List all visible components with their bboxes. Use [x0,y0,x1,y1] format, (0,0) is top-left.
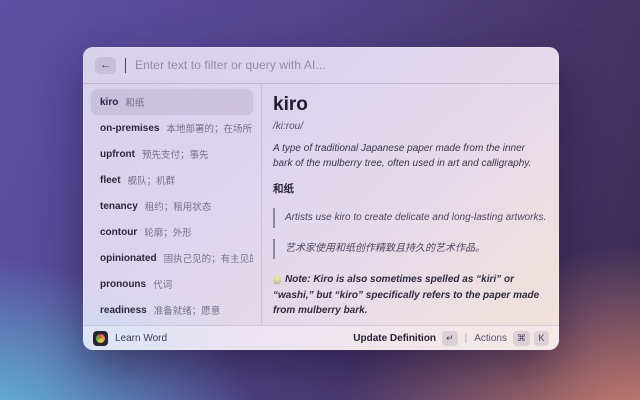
word-title: kiro [273,94,308,115]
lightbulb-icon [273,275,281,283]
list-item-word: upfront [100,148,135,160]
list-item[interactable]: readiness 准备就绪；愿意 [91,297,253,323]
list-item-word: pronouns [100,278,147,290]
list-item[interactable]: on-premises 本地部署的；在场所内的 [91,115,253,141]
search-input[interactable]: Enter text to filter or query with AI... [135,58,547,72]
list-item-word: kiro [100,96,119,108]
list-item-word: contour [100,226,138,238]
back-arrow-icon: ← [100,58,111,71]
list-item-translation: 准备就绪；愿意 [153,306,221,317]
word-list: kiro 和纸 on-premises 本地部署的；在场所内的 upfront 预先支付；… [83,84,262,325]
usage-note-text: Note: Kiro is also sometimes spelled as … [273,274,540,316]
list-item[interactable]: kiro 和纸 [91,89,253,115]
return-key-icon: ↵ [442,330,458,346]
actions-shortcut-keys: ⌘ K [513,330,549,346]
word-definition-en: A type of traditional Japanese paper mad… [273,143,532,169]
list-item-translation: 本地部署的；在场所内的 [166,124,253,135]
list-item-translation: 舰队；机群 [127,176,176,187]
list-item[interactable]: opinionated 固执己见的；有主见的 [91,245,253,271]
example-quotes: Artists use kiro to create delicate and … [273,208,547,259]
list-item[interactable]: contour 轮廓；外形 [91,219,253,245]
list-item-translation: 轮廓；外形 [144,228,192,239]
list-item-translation: 代词 [153,280,173,291]
launcher-window: ← Enter text to filter or query with AI.… [83,47,559,350]
search-bar: ← Enter text to filter or query with AI.… [83,47,559,84]
learn-word-app-icon [93,330,108,346]
list-item-translation: 固执己见的；有主见的 [163,254,253,265]
main-content: kiro 和纸 on-premises 本地部署的；在场所内的 upfront 预先支付；… [83,84,559,325]
actions-menu-button[interactable]: Actions [474,333,507,344]
list-item-translation: 和纸 [125,98,145,109]
word-pronunciation: /ki:rou/ [273,121,304,132]
list-item-word: tenancy [100,200,138,212]
back-button[interactable]: ← [95,56,116,74]
list-item-translation: 预先支付；事先 [142,150,209,161]
list-item-word: fleet [100,174,121,186]
word-detail-pane: kiro /ki:rou/ A type of traditional Japa… [262,84,559,325]
list-item-word: on-premises [100,122,160,134]
usage-note: Note: Kiro is also sometimes spelled as … [273,272,547,319]
list-item-word: readiness [100,304,147,316]
key-badge: K [534,330,549,346]
example-quote: Artists use kiro to create delicate and … [273,208,547,228]
example-quote: 艺术家使用和纸创作精致且持久的艺术作品。 [273,239,547,259]
update-definition-button[interactable]: Update Definition [353,333,436,344]
list-item-translation: 租约；租用状态 [144,202,212,213]
list-item[interactable]: tenancy 租约；租用状态 [91,193,253,219]
list-item[interactable]: upfront 预先支付；事先 [91,141,253,167]
status-bar-separator: | [464,332,468,344]
app-name-label: Learn Word [115,332,168,344]
status-bar-actions: Update Definition ↵ | Actions ⌘ K [353,330,549,346]
word-definition-zh: 和纸 [273,183,294,195]
list-item-word: opinionated [100,252,157,264]
list-item[interactable]: fleet 舰队；机群 [91,167,253,193]
command-key-icon: ⌘ [513,330,530,346]
status-bar: Learn Word Update Definition ↵ | Actions… [83,325,559,350]
list-item[interactable]: pronouns 代词 [91,271,253,297]
text-cursor [125,57,126,73]
